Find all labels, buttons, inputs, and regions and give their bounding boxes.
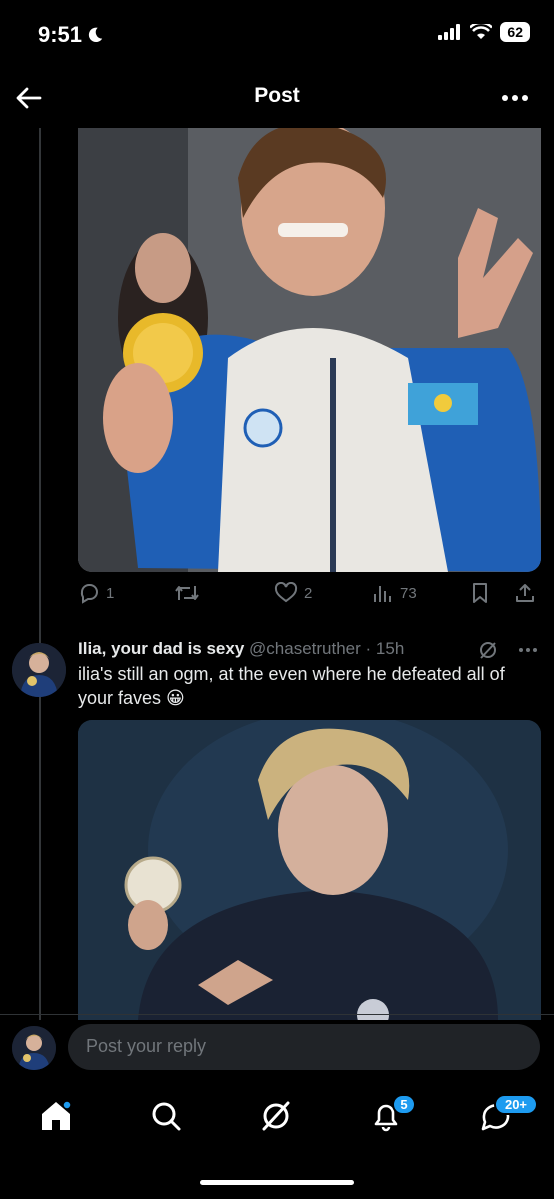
reply-header-icons bbox=[478, 640, 538, 660]
heart-icon bbox=[274, 582, 298, 603]
post-photo-medalist bbox=[78, 128, 541, 572]
avatar-image bbox=[12, 643, 66, 697]
bottom-navigation: 5 20+ bbox=[0, 1086, 554, 1146]
home-indicator bbox=[200, 1180, 354, 1185]
reply-input-placeholder: Post your reply bbox=[86, 1036, 207, 1056]
grok-icon[interactable] bbox=[478, 640, 498, 660]
nav-search[interactable] bbox=[146, 1096, 186, 1136]
moon-icon bbox=[88, 27, 103, 43]
reply-icon bbox=[80, 584, 98, 604]
reply-action[interactable]: 1 bbox=[78, 582, 114, 604]
reply-avatar[interactable] bbox=[12, 643, 66, 697]
wifi-icon bbox=[470, 24, 493, 39]
status-time-text: 9:51 bbox=[38, 22, 83, 47]
like-count: 2 bbox=[304, 584, 313, 602]
reply-image[interactable] bbox=[78, 720, 541, 1020]
bookmark-action[interactable] bbox=[470, 582, 490, 604]
messages-badge: 20+ bbox=[494, 1094, 538, 1115]
post-image[interactable] bbox=[78, 128, 541, 572]
compose-avatar[interactable] bbox=[12, 1026, 56, 1070]
nav-messages[interactable]: 20+ bbox=[476, 1094, 538, 1136]
page-title: Post bbox=[254, 84, 300, 107]
reply-photo-medalist bbox=[78, 720, 541, 1020]
views-action[interactable]: 73 bbox=[372, 582, 417, 604]
divider bbox=[0, 1014, 554, 1015]
battery-indicator: 62 bbox=[500, 22, 530, 42]
more-options-icon[interactable] bbox=[500, 86, 530, 110]
reply-count: 1 bbox=[106, 584, 115, 602]
share-action[interactable] bbox=[514, 582, 536, 604]
status-indicators: 62 bbox=[438, 22, 530, 42]
bookmark-icon bbox=[473, 583, 487, 603]
grok-nav-icon bbox=[262, 1101, 290, 1131]
search-icon bbox=[152, 1102, 181, 1131]
reply-text: ilia's still an ogm, at the even where h… bbox=[78, 664, 505, 708]
like-action[interactable]: 2 bbox=[274, 582, 312, 604]
reply-time: 15h bbox=[375, 639, 405, 658]
post-actions: 1 2 73 bbox=[78, 582, 541, 608]
reply-input[interactable]: Post your reply bbox=[68, 1024, 540, 1070]
compose-avatar-image bbox=[12, 1026, 56, 1070]
views-icon bbox=[374, 586, 391, 602]
reply-separator: · bbox=[360, 639, 376, 658]
signal-icon bbox=[438, 24, 461, 40]
repost-icon bbox=[175, 586, 199, 600]
nav-notifications[interactable]: 5 bbox=[366, 1094, 416, 1136]
reply-author-name[interactable]: Ilia, your dad is sexy bbox=[78, 639, 244, 658]
repost-action[interactable] bbox=[174, 582, 200, 604]
home-icon bbox=[42, 1100, 72, 1130]
views-count: 73 bbox=[400, 584, 417, 602]
thread-line bbox=[39, 128, 41, 1020]
status-time: 9:51 bbox=[38, 22, 104, 48]
nav-grok[interactable] bbox=[256, 1096, 296, 1136]
reply-author-handle[interactable]: @chasetruther bbox=[249, 639, 361, 658]
nav-home[interactable] bbox=[36, 1096, 76, 1136]
share-icon bbox=[516, 584, 534, 602]
notifications-badge: 5 bbox=[392, 1094, 416, 1115]
reply-more-icon[interactable] bbox=[518, 647, 538, 653]
